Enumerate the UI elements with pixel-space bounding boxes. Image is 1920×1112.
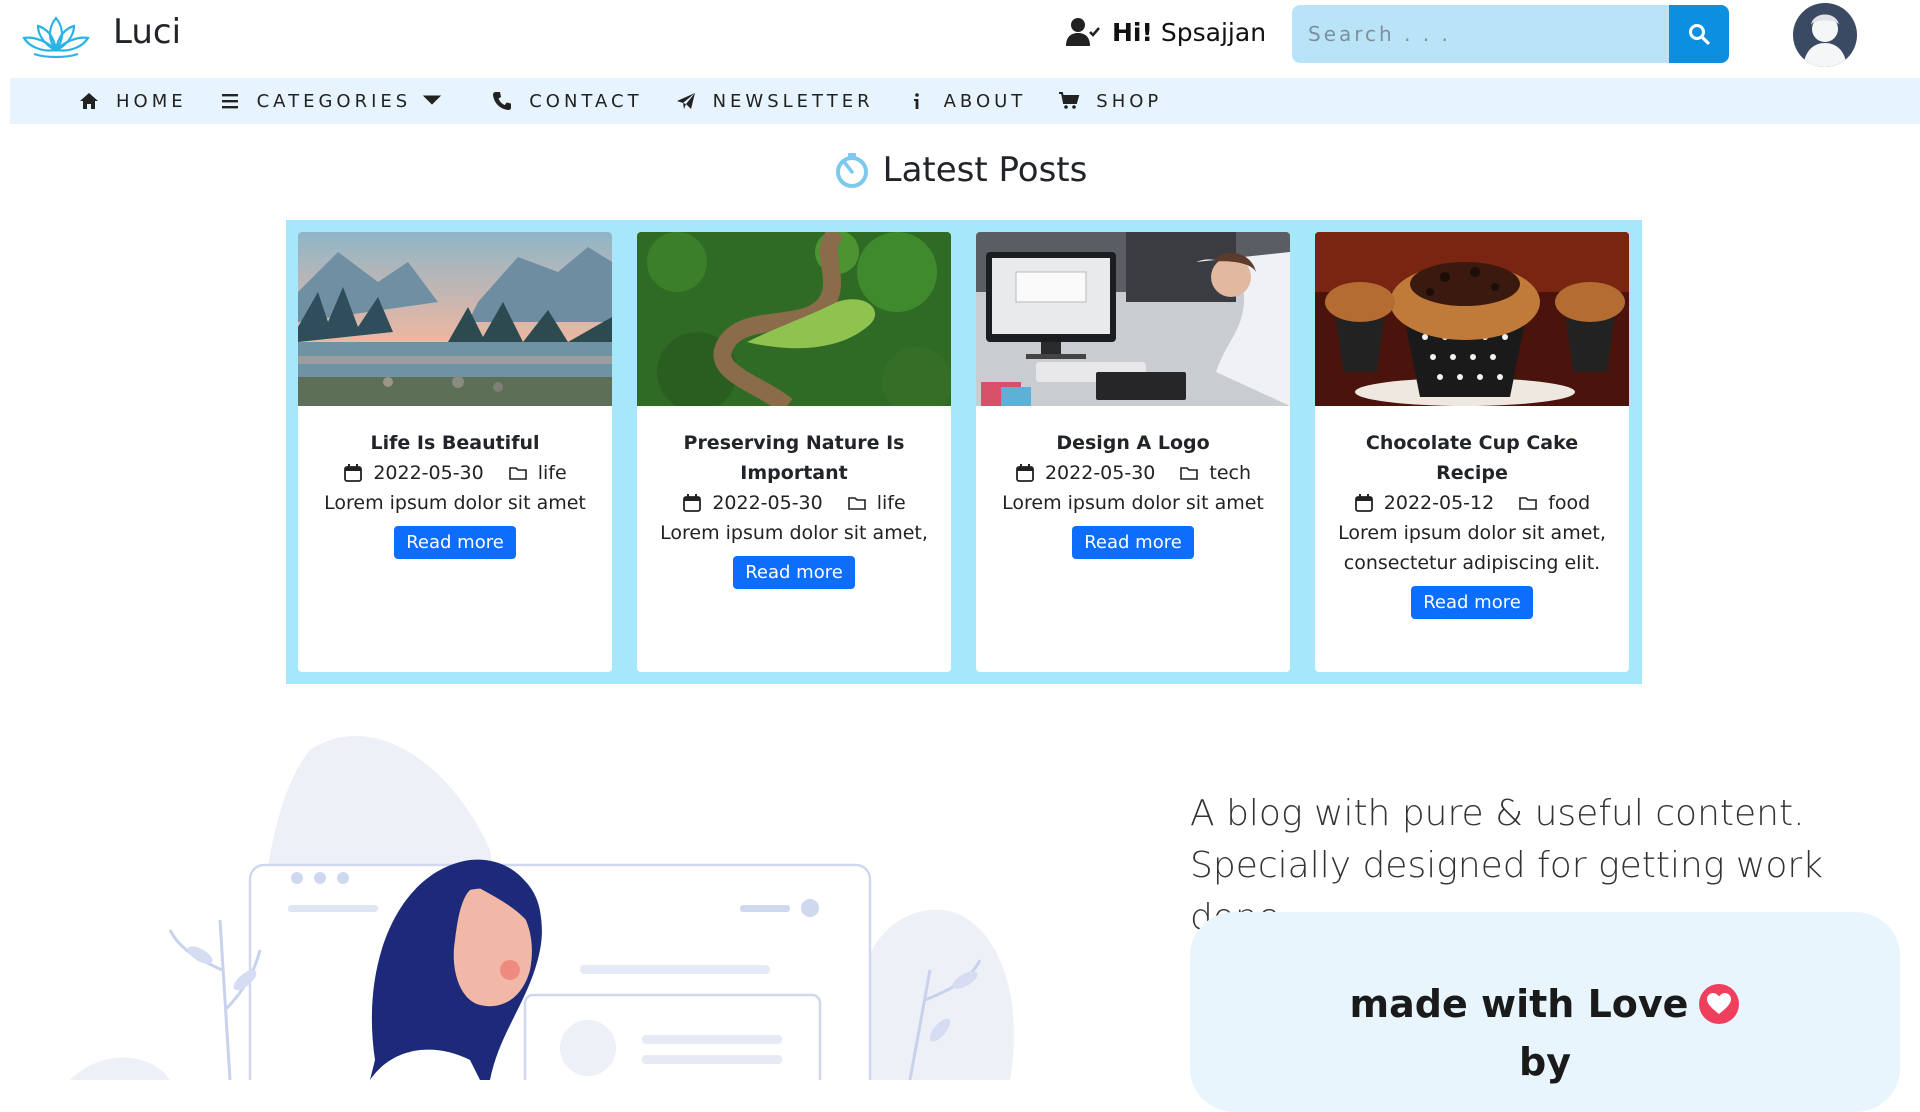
post-date: 2022-05-12 — [1383, 492, 1495, 514]
nav-label-contact: CONTACT — [529, 90, 643, 112]
post-image-cupcake[interactable] — [1315, 232, 1629, 406]
post-card: Chocolate Cup Cake Recipe 2022-05-12 foo… — [1315, 232, 1629, 672]
greeting-hi: Hi! — [1112, 17, 1153, 47]
nav-label-home: HOME — [116, 90, 187, 112]
folder-icon — [1519, 497, 1538, 510]
timer-icon — [835, 153, 868, 188]
post-meta: 2022-05-30 life — [637, 488, 951, 518]
calendar-icon — [1016, 464, 1034, 482]
post-date: 2022-05-30 — [1044, 462, 1156, 484]
search-input[interactable] — [1292, 5, 1669, 63]
post-excerpt: Lorem ipsum dolor sit amet, consectetur … — [1338, 522, 1606, 574]
search-bar — [1292, 5, 1740, 63]
calendar-icon — [1354, 494, 1373, 512]
folder-icon — [847, 497, 866, 510]
read-more-button[interactable]: Read more — [1411, 586, 1533, 619]
read-more-button[interactable]: Read more — [394, 526, 516, 559]
made-by-text: by — [1519, 1040, 1571, 1084]
search-button[interactable] — [1669, 5, 1729, 63]
phone-icon — [493, 92, 512, 110]
user-check-icon — [1066, 18, 1100, 46]
made-with-love-box: made with Love by — [1190, 912, 1900, 1112]
user-name: Spsajjan — [1160, 17, 1267, 47]
post-card: Preserving Nature Is Important 2022-05-3… — [637, 232, 951, 672]
user-greeting: Hi! Spsajjan — [1066, 16, 1266, 48]
heart-icon — [1699, 984, 1740, 1024]
nav-item-home[interactable]: HOME — [78, 90, 187, 112]
post-title[interactable]: Design A Logo — [976, 428, 1290, 458]
post-card: Design A Logo 2022-05-30 tech Lorem ipsu… — [976, 232, 1290, 672]
nav-label-about: ABOUT — [943, 90, 1027, 112]
brand-name[interactable]: Luci — [113, 12, 181, 52]
send-icon — [676, 93, 695, 109]
avatar[interactable] — [1793, 3, 1857, 67]
post-title[interactable]: Life Is Beautiful — [298, 428, 612, 458]
post-date: 2022-05-30 — [373, 462, 484, 484]
nav-item-shop[interactable]: SHOP — [1058, 90, 1162, 112]
post-title[interactable]: Preserving Nature Is Important — [637, 428, 951, 488]
read-more-button[interactable]: Read more — [1072, 526, 1194, 559]
post-date: 2022-05-30 — [712, 492, 823, 514]
main-nav: HOME CATEGORIES CONTACT NEWSLETTER ABOUT… — [10, 78, 1920, 124]
header: Luci Hi! Spsajjan — [0, 0, 1920, 78]
post-excerpt: Lorem ipsum dolor sit amet — [324, 492, 586, 514]
calendar-icon — [344, 464, 363, 482]
folder-icon — [508, 467, 527, 480]
folder-icon — [1180, 467, 1199, 480]
post-title[interactable]: Chocolate Cup Cake Recipe — [1315, 428, 1629, 488]
home-icon — [80, 93, 98, 109]
search-icon — [1689, 24, 1710, 45]
post-excerpt: Lorem ipsum dolor sit amet — [1002, 492, 1264, 514]
post-category[interactable]: tech — [1209, 458, 1251, 488]
post-category[interactable]: food — [1548, 488, 1590, 518]
calendar-icon — [683, 494, 702, 512]
post-image-designer[interactable] — [976, 232, 1290, 406]
hero-illustration — [70, 736, 1014, 1080]
post-image-river[interactable] — [637, 232, 951, 406]
posts-container: Life Is Beautiful 2022-05-30 life Lorem … — [286, 220, 1642, 684]
read-more-button[interactable]: Read more — [733, 556, 855, 589]
info-icon — [913, 93, 919, 109]
list-icon — [221, 94, 238, 109]
nav-label-categories: CATEGORIES — [256, 90, 412, 112]
post-category[interactable]: life — [538, 458, 567, 488]
nav-item-newsletter[interactable]: NEWSLETTER — [675, 90, 874, 112]
made-with-love-text: made with Love — [1349, 982, 1689, 1026]
nav-item-about[interactable]: ABOUT — [906, 90, 1027, 112]
post-image-mountains[interactable] — [298, 232, 612, 406]
nav-label-newsletter: NEWSLETTER — [712, 90, 874, 112]
post-meta: 2022-05-30 life — [298, 458, 612, 488]
post-meta: 2022-05-12 food — [1315, 488, 1629, 518]
post-meta: 2022-05-30 tech — [976, 458, 1290, 488]
nav-label-shop: SHOP — [1096, 90, 1163, 112]
cart-icon — [1059, 92, 1080, 109]
lotus-logo-icon[interactable] — [20, 10, 92, 62]
caret-down-icon — [423, 95, 442, 105]
nav-item-contact[interactable]: CONTACT — [491, 90, 642, 112]
page-title: Latest Posts — [882, 150, 1088, 190]
latest-posts-heading: Latest Posts — [0, 150, 1920, 190]
user-avatar-icon — [1793, 3, 1857, 67]
post-excerpt: Lorem ipsum dolor sit amet, — [660, 522, 928, 544]
nav-item-categories[interactable]: CATEGORIES — [219, 90, 460, 112]
post-card: Life Is Beautiful 2022-05-30 life Lorem … — [298, 232, 612, 672]
post-category[interactable]: life — [877, 488, 906, 518]
